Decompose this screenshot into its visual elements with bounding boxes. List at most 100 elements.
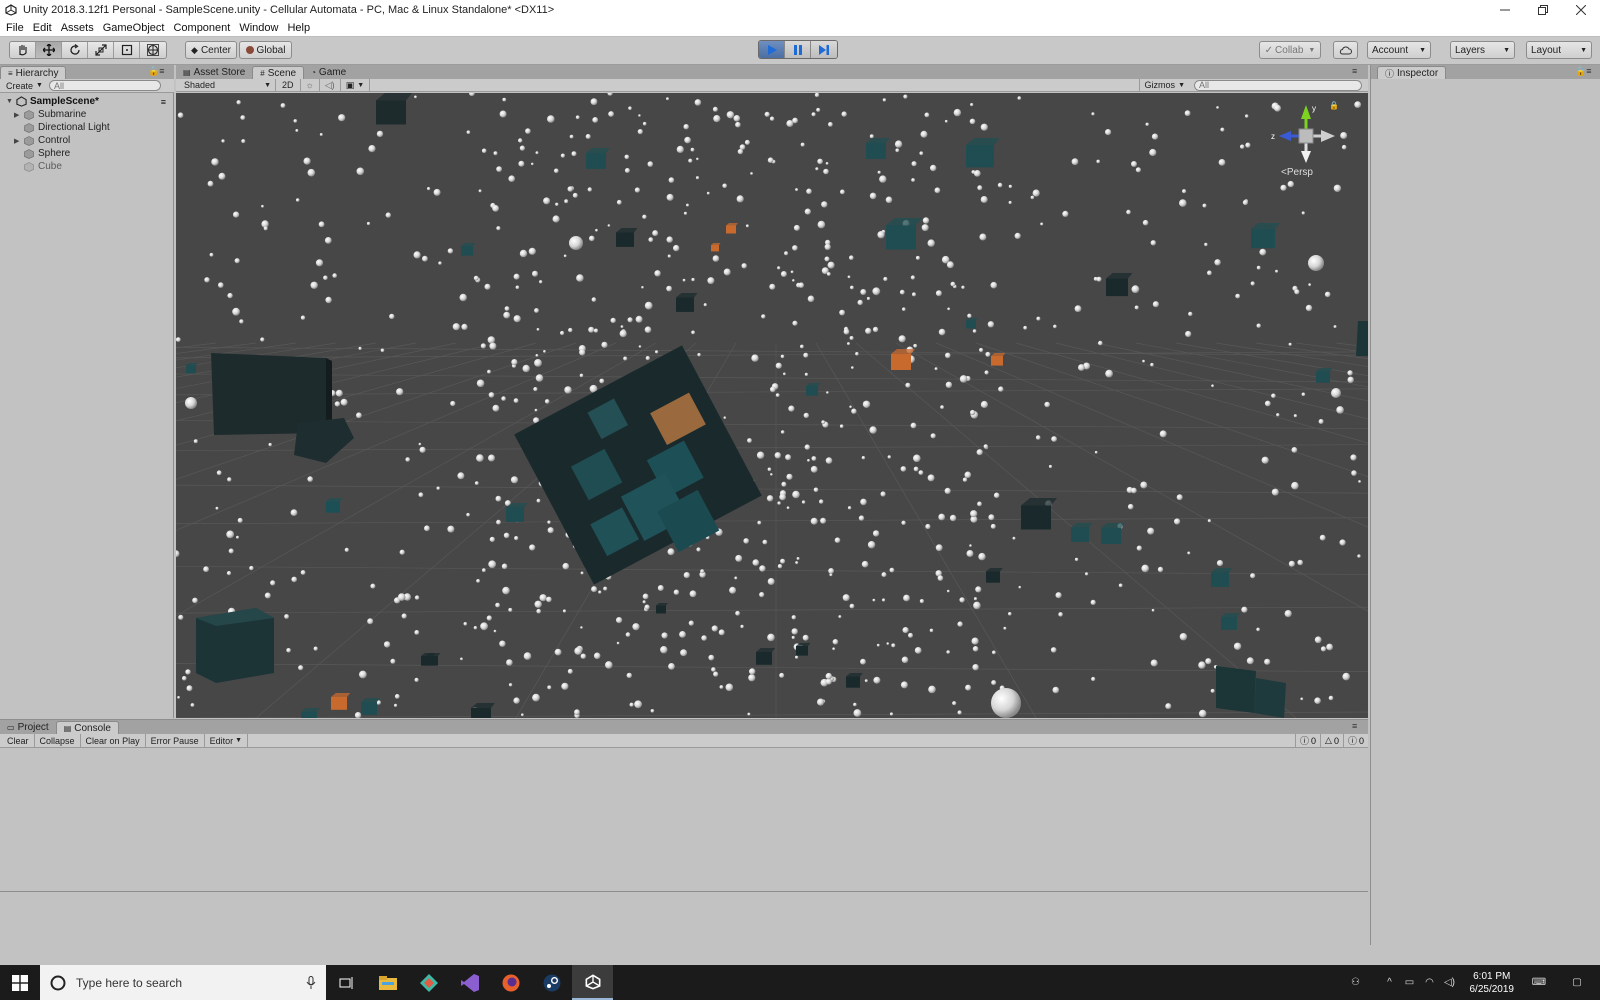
action-center-icon[interactable]: ▢ [1554, 977, 1600, 988]
rect-tool-button[interactable] [114, 42, 140, 58]
tab-game[interactable]: ◔ Game [304, 66, 353, 79]
play-button[interactable] [759, 41, 785, 58]
console-detail-divider[interactable] [0, 891, 1368, 892]
task-view-button[interactable] [326, 965, 367, 1000]
panel-menu-icon[interactable]: ≡ [1352, 66, 1357, 76]
hierarchy-item-submarine[interactable]: ▶ Submarine [0, 108, 174, 121]
battery-icon[interactable]: ▭ [1400, 977, 1420, 988]
pivot-center-toggle[interactable]: ◆ Center [185, 41, 237, 59]
hierarchy-item-control[interactable]: ▶ Control [0, 134, 174, 147]
sphere-particle [793, 224, 800, 231]
tab-project[interactable]: ▭ Project [0, 721, 56, 734]
scene-root-row[interactable]: ▼ SampleScene* ≡ [0, 95, 174, 108]
tab-hierarchy[interactable]: ≡ Hierarchy [0, 66, 67, 79]
file-explorer-button[interactable] [367, 965, 408, 1000]
taskbar-clock[interactable]: 6:01 PM 6/25/2019 [1460, 970, 1525, 996]
right-edge-cube [1356, 321, 1368, 356]
collab-dropdown[interactable]: ✓ Collab ▼ [1259, 41, 1321, 59]
tab-console[interactable]: ▤ Console [55, 721, 119, 734]
chevron-down-icon: ▼ [1308, 46, 1316, 54]
hierarchy-item-cube[interactable]: Cube [0, 160, 174, 173]
draw-mode-dropdown[interactable]: Shaded ▼ [176, 78, 276, 92]
sphere-particle [785, 454, 792, 461]
pause-button[interactable] [785, 41, 811, 58]
sphere-particle [795, 655, 799, 659]
menu-window[interactable]: Window [239, 22, 285, 34]
info-count-toggle[interactable]: ⓘ 0 [1295, 734, 1320, 747]
lighting-toggle[interactable]: ☼ [301, 78, 320, 92]
menu-file[interactable]: File [6, 22, 31, 34]
close-button[interactable] [1562, 0, 1600, 19]
layers-dropdown[interactable]: Layers ▼ [1450, 41, 1515, 59]
visual-studio-button[interactable] [449, 965, 490, 1000]
audio-toggle[interactable]: ◁) [320, 78, 341, 92]
sphere-particle [922, 217, 930, 224]
effects-dropdown[interactable]: ▣ ▼ [341, 78, 371, 92]
panel-menu-icon[interactable]: 🔒≡ [148, 66, 164, 77]
clear-button[interactable]: Clear [2, 734, 35, 747]
menu-assets[interactable]: Assets [61, 22, 101, 34]
show-hidden-icons-icon[interactable]: ^ [1380, 977, 1400, 988]
space-global-toggle[interactable]: Global [239, 41, 292, 59]
taskbar-search-box[interactable]: Type here to search [40, 965, 326, 1000]
transform-tool-button[interactable] [140, 42, 166, 58]
rotate-tool-button[interactable] [62, 42, 88, 58]
2d-toggle[interactable]: 2D [276, 78, 301, 92]
warning-count-toggle[interactable]: △ 0 [1320, 734, 1343, 747]
panel-menu-icon[interactable]: ≡ [1352, 721, 1357, 731]
step-button[interactable] [811, 41, 837, 58]
panel-menu-icon[interactable]: 🔒≡ [1575, 66, 1591, 77]
sphere-particle [487, 369, 491, 374]
scene-viewport[interactable]: y z <Persp 🔒 [176, 93, 1368, 718]
menu-component[interactable]: Component [173, 22, 237, 34]
volume-icon[interactable]: ◁) [1440, 977, 1460, 988]
sphere-particle [673, 244, 680, 252]
collapse-button[interactable]: Collapse [35, 734, 81, 747]
tab-inspector[interactable]: ⓘ Inspector [1377, 66, 1447, 79]
sphere-particle [654, 270, 661, 277]
layout-dropdown[interactable]: Layout ▼ [1526, 41, 1592, 59]
cloud-button[interactable] [1333, 41, 1358, 59]
sphere-particle [938, 328, 946, 336]
gitkraken-button[interactable] [408, 965, 449, 1000]
menu-gameobject[interactable]: GameObject [103, 22, 172, 34]
steam-button[interactable] [531, 965, 572, 1000]
account-dropdown[interactable]: Account ▼ [1367, 41, 1431, 59]
sphere-particle [298, 665, 304, 671]
small-cube [506, 503, 528, 522]
create-dropdown[interactable]: Create ▼ [6, 81, 43, 91]
restore-button[interactable] [1524, 0, 1562, 19]
error-count-toggle[interactable]: ⓘ 0 [1342, 734, 1368, 747]
orientation-gizmo[interactable]: y z <Persp 🔒 [1271, 101, 1341, 186]
error-pause-button[interactable]: Error Pause [146, 734, 205, 747]
tab-scene[interactable]: # Scene [252, 66, 305, 79]
gizmos-dropdown[interactable]: Gizmos ▼ [1138, 78, 1190, 92]
clear-on-play-button[interactable]: Clear on Play [81, 734, 146, 747]
hierarchy-item-directional-light[interactable]: Directional Light [0, 121, 174, 134]
input-language-icon[interactable]: ⌨ [1524, 977, 1554, 988]
sphere-particle [927, 474, 935, 482]
minimize-button[interactable] [1486, 0, 1524, 19]
move-tool-button[interactable] [36, 42, 62, 58]
sphere-particle [735, 610, 740, 616]
unity-taskbar-button[interactable] [572, 965, 613, 1000]
scene-menu-icon[interactable]: ≡ [161, 97, 166, 107]
tab-asset-store[interactable]: ▤ Asset Store [176, 66, 252, 79]
hierarchy-item-sphere[interactable]: Sphere [0, 147, 174, 160]
people-icon[interactable]: ⚇ [1346, 977, 1366, 988]
menu-help[interactable]: Help [287, 22, 317, 34]
sphere-particle [579, 349, 586, 356]
scene-search-input[interactable] [1194, 79, 1362, 91]
lock-icon[interactable]: 🔒 [1329, 101, 1339, 110]
editor-dropdown[interactable]: Editor ▼ [205, 734, 249, 747]
menu-edit[interactable]: Edit [33, 22, 59, 34]
scale-tool-button[interactable] [88, 42, 114, 58]
start-button[interactable] [0, 965, 40, 1000]
hierarchy-search-input[interactable] [48, 80, 161, 91]
wifi-icon[interactable]: ◠ [1420, 977, 1440, 988]
firefox-button[interactable] [490, 965, 531, 1000]
hand-tool-button[interactable] [10, 42, 36, 58]
sphere-particle [641, 286, 644, 289]
projection-label[interactable]: <Persp [1281, 167, 1313, 178]
sphere-particle [236, 535, 239, 539]
